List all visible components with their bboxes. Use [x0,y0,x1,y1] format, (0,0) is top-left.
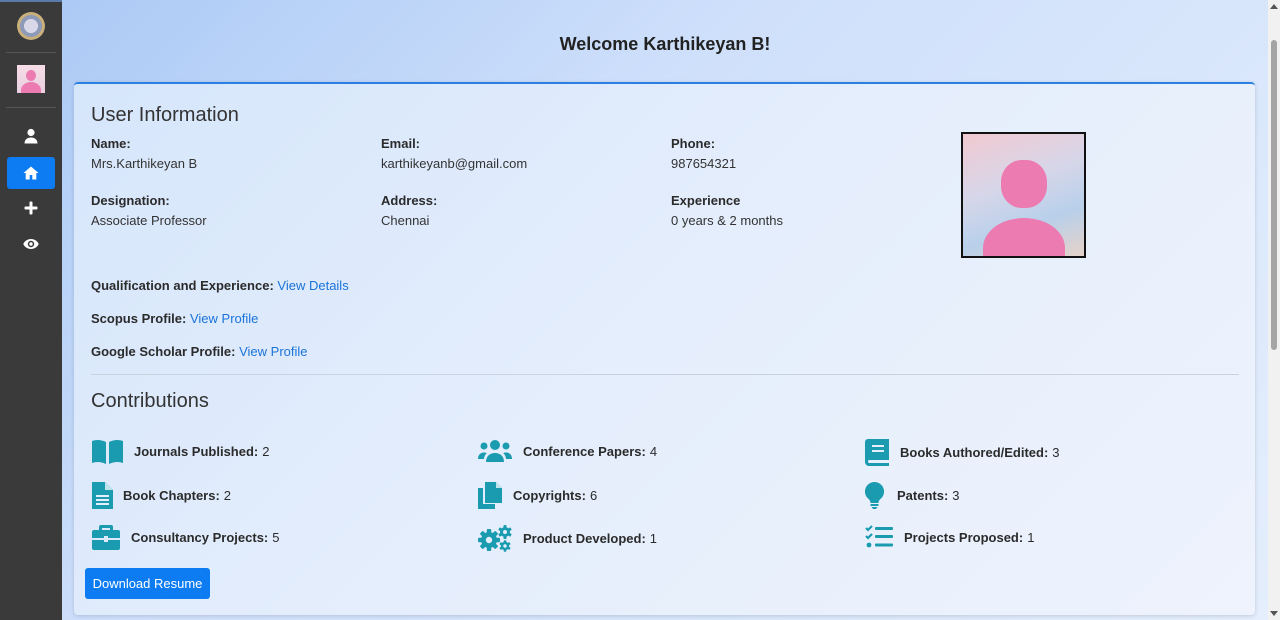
user-icon [24,128,38,144]
page-title: Welcome Karthikeyan B! [559,34,771,54]
contribution-products: Product Developed: 1 [477,525,657,552]
contributions-heading: Contributions [91,390,209,412]
scopus-label: Scopus Profile: [91,311,187,326]
scholar-label: Google Scholar Profile: [91,344,236,359]
view-details-link[interactable]: View Details [277,278,348,293]
contribution-label: Consultancy Projects: [131,530,269,545]
contribution-label: Copyrights: [513,488,586,503]
contribution-label: Journals Published: [134,444,259,459]
contribution-label: Projects Proposed: [904,529,1024,545]
copy-icon [478,482,502,509]
contribution-patents: Patents: 3 [864,482,960,509]
contribution-count: 1 [1027,529,1035,545]
phone-value: 987654321 [671,156,737,171]
users-icon [478,440,512,462]
experience-value: 0 years & 2 months [671,213,783,228]
contribution-copyrights: Copyrights: 6 [477,482,597,509]
contribution-count: 3 [1052,445,1060,460]
avatar-body [983,218,1065,256]
file-text-icon [91,482,113,509]
contribution-count: 4 [649,443,658,459]
designation-value: Associate Professor [91,213,207,228]
lightbulb-icon [864,482,884,509]
address-label: Address: [381,193,438,208]
contribution-count: 1 [649,531,658,546]
briefcase-icon [91,525,120,550]
sidebar-item-add[interactable] [7,192,55,224]
book-open-icon [91,439,123,464]
plus-icon [24,201,38,215]
profile-card: User Information Name: Mrs.Karthikeyan B… [74,82,1255,615]
qualification-row: Qualification and Experience: View Detai… [91,278,349,293]
sidebar-divider [6,107,56,108]
contribution-chapters: Book Chapters: 2 [91,482,231,509]
contribution-count: 6 [589,488,598,503]
avatar-head [1001,160,1047,208]
scroll-down-icon[interactable] [1270,611,1278,616]
contribution-label: Conference Papers: [523,443,646,459]
download-resume-button[interactable]: Download Resume [85,568,210,599]
page-scrollbar[interactable] [1268,0,1280,620]
section-divider [91,374,1239,375]
contribution-count: 2 [223,488,232,503]
institution-logo [17,12,45,40]
contribution-consultancy: Consultancy Projects: 5 [91,525,280,550]
eye-icon [23,239,39,249]
sidebar-divider [6,52,56,53]
contribution-books: Books Authored/Edited: 3 [864,439,1060,466]
scroll-up-icon[interactable] [1270,4,1278,9]
home-icon [23,166,39,180]
cogs-icon [478,525,512,552]
email-label: Email: [381,136,421,151]
contribution-conference: Conference Papers: 4 [477,439,657,463]
contribution-label: Product Developed: [523,531,646,546]
book-icon [865,439,889,466]
contribution-label: Books Authored/Edited: [900,445,1049,460]
contribution-count: 3 [952,488,960,503]
sidebar-avatar[interactable] [17,65,45,93]
address-value: Chennai [381,213,430,228]
scholar-profile-link[interactable]: View Profile [239,344,307,359]
sidebar-item-profile[interactable] [7,120,55,152]
contribution-count: 5 [272,530,280,545]
qualification-label: Qualification and Experience: [91,278,274,293]
scroll-thumb[interactable] [1271,40,1277,350]
tasks-icon [864,525,893,548]
contribution-label: Patents: [897,488,949,503]
scholar-row: Google Scholar Profile: View Profile [91,344,308,359]
email-value: karthikeyanb@gmail.com [381,156,528,171]
contribution-count: 2 [262,444,270,459]
experience-label: Experience [671,193,741,208]
phone-label: Phone: [671,136,716,151]
contribution-proposals: Projects Proposed: 1 [864,525,1034,549]
sidebar-item-home[interactable] [7,157,55,189]
sidebar-item-view[interactable] [7,228,55,260]
contribution-journals: Journals Published: 2 [91,439,269,464]
name-value: Mrs.Karthikeyan B [91,156,198,171]
profile-photo [961,132,1086,258]
user-information-heading: User Information [91,104,239,126]
scopus-row: Scopus Profile: View Profile [91,311,258,326]
name-label: Name: [91,136,131,151]
designation-label: Designation: [91,193,170,208]
sidebar [0,0,62,620]
scopus-profile-link[interactable]: View Profile [190,311,258,326]
contribution-label: Book Chapters: [123,488,220,503]
